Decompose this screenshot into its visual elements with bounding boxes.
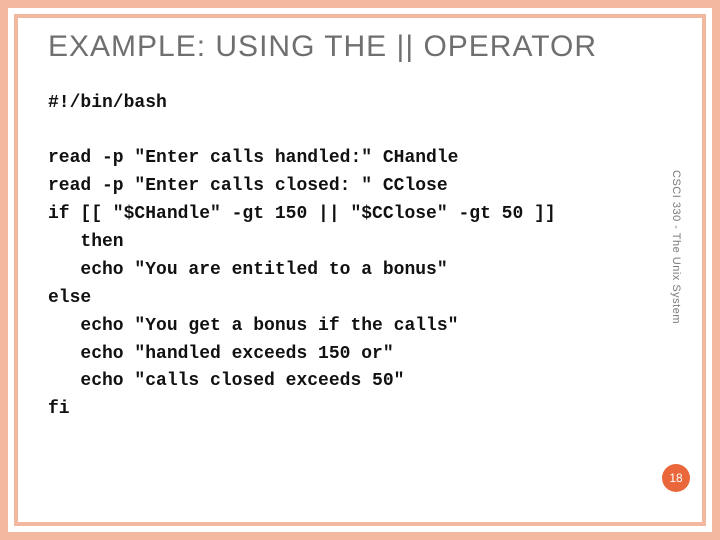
course-label: CSCI 330 - The Unix System (666, 170, 682, 410)
slide-title: EXAMPLE: USING THE || OPERATOR (48, 28, 630, 66)
slide: EXAMPLE: USING THE || OPERATOR #!/bin/ba… (0, 0, 720, 540)
page-number: 18 (669, 471, 682, 485)
code-block: #!/bin/bash read -p "Enter calls handled… (48, 90, 630, 425)
content-area: EXAMPLE: USING THE || OPERATOR #!/bin/ba… (48, 28, 630, 510)
page-number-badge: 18 (662, 464, 690, 492)
